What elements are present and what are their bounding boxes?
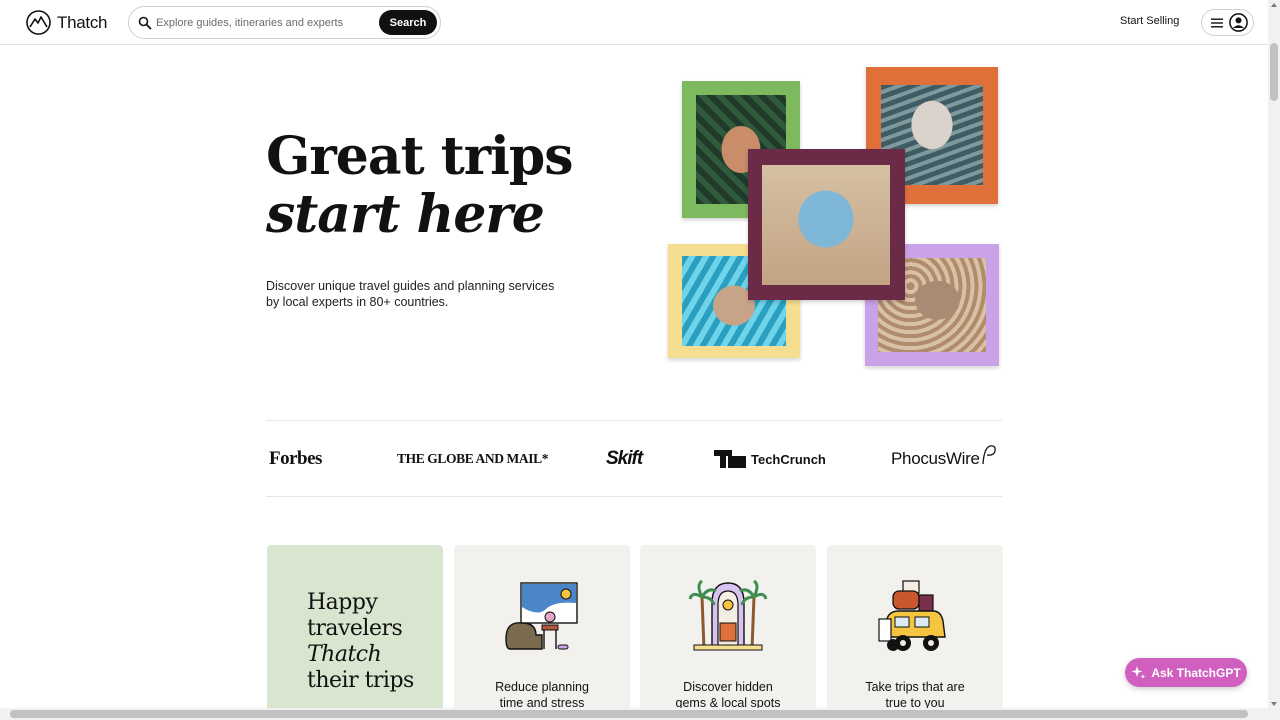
happy-travelers-heading: Happy travelers Thatch their trips bbox=[307, 590, 414, 694]
press-logo-forbes: Forbes bbox=[269, 448, 322, 469]
scroll-down-icon[interactable] bbox=[1271, 702, 1277, 706]
feature-gems-line1: Discover hidden bbox=[683, 680, 773, 694]
hero-title-line2: start here bbox=[266, 184, 545, 245]
press-divider-bottom bbox=[266, 496, 1002, 497]
luggage-car-icon bbox=[878, 580, 946, 651]
photo-woman-sand bbox=[762, 165, 890, 285]
feature-text-hidden-gems: Discover hidden gems & local spots bbox=[640, 679, 816, 711]
press-logo-globe-and-mail: THE GLOBE AND MAIL* bbox=[397, 451, 549, 466]
hero-subtitle-line1: Discover unique travel guides and planni… bbox=[266, 279, 555, 293]
search-input[interactable] bbox=[156, 14, 376, 32]
happy-line3: Thatch bbox=[307, 642, 382, 667]
horizontal-scrollbar[interactable] bbox=[0, 708, 1268, 720]
photo-frame-plum bbox=[748, 149, 905, 300]
happy-travelers-card: Happy travelers Thatch their trips bbox=[267, 545, 443, 715]
account-icon bbox=[1229, 13, 1248, 32]
phocuswire-wordmark: PhocusWire bbox=[891, 449, 980, 468]
feature-text-planning: Reduce planning time and stress bbox=[454, 679, 630, 711]
sparkle-icon bbox=[1131, 666, 1146, 679]
happy-line4: their trips bbox=[307, 668, 414, 693]
press-logo-skift: Skift bbox=[606, 448, 643, 469]
hero-subtitle-line2: by local experts in 80+ countries. bbox=[266, 295, 449, 309]
vertical-scroll-thumb[interactable] bbox=[1270, 43, 1278, 101]
hero-title-line1: Great trips bbox=[266, 126, 574, 187]
search-bar: Search bbox=[128, 6, 441, 39]
techcrunch-mark-icon bbox=[714, 450, 746, 468]
feature-text-true-to-you: Take trips that are true to you bbox=[827, 679, 1003, 711]
brand-logo[interactable]: Thatch bbox=[26, 10, 107, 35]
user-menu-button[interactable] bbox=[1201, 9, 1254, 36]
feature-true-line1: Take trips that are bbox=[865, 680, 965, 694]
hero-title: Great trips start here bbox=[266, 126, 574, 245]
feature-card-true-to-you: Take trips that are true to you bbox=[827, 545, 1003, 715]
thatch-logo-icon bbox=[26, 10, 51, 35]
feature-planning-line1: Reduce planning bbox=[495, 680, 589, 694]
horizontal-scroll-thumb[interactable] bbox=[10, 710, 1248, 718]
ask-thatchgpt-label: Ask ThatchGPT bbox=[1151, 665, 1241, 680]
brand-name: Thatch bbox=[57, 12, 108, 32]
armchair-icon bbox=[505, 582, 578, 650]
hamburger-icon bbox=[1211, 18, 1223, 28]
happy-line1: Happy bbox=[307, 590, 378, 615]
start-selling-link[interactable]: Start Selling bbox=[1120, 15, 1179, 27]
palm-arch-icon bbox=[688, 579, 768, 651]
press-logo-phocuswire: PhocusWire bbox=[891, 445, 997, 472]
hero-subtitle: Discover unique travel guides and planni… bbox=[266, 278, 576, 310]
feature-card-hidden-gems: Discover hidden gems & local spots bbox=[640, 545, 816, 715]
techcrunch-wordmark: TechCrunch bbox=[751, 451, 826, 467]
press-logo-techcrunch: TechCrunch bbox=[714, 446, 826, 472]
search-icon bbox=[138, 16, 152, 30]
happy-line2: travelers bbox=[307, 616, 403, 641]
feature-card-planning: Reduce planning time and stress bbox=[454, 545, 630, 715]
scroll-up-icon[interactable] bbox=[1271, 3, 1277, 7]
press-divider-top bbox=[266, 420, 1002, 421]
vertical-scrollbar[interactable] bbox=[1268, 0, 1280, 720]
top-nav: Thatch Search Start Selling bbox=[0, 0, 1268, 45]
ask-thatchgpt-button[interactable]: Ask ThatchGPT bbox=[1125, 658, 1247, 687]
search-button[interactable]: Search bbox=[379, 10, 437, 35]
phocuswire-swirl-icon bbox=[982, 445, 996, 465]
